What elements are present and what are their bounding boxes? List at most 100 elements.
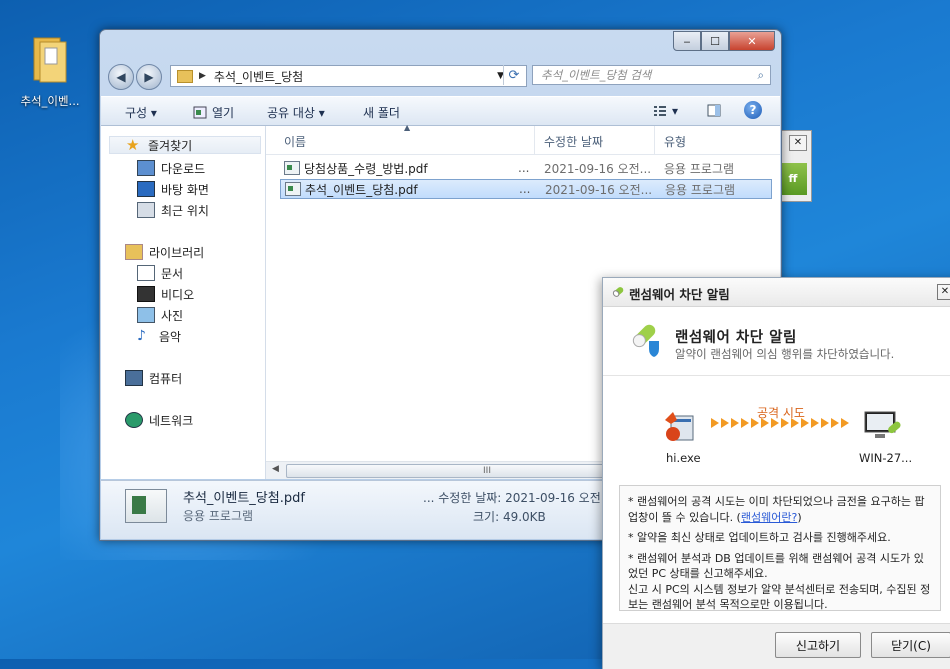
alert-header: 랜섬웨어 차단 알림 알약이 랜섬웨어 의심 행위를 차단하였습니다. [603, 307, 950, 376]
view-list-icon [654, 106, 666, 116]
source-label: hi.exe [666, 451, 701, 465]
attack-arrows-icon [711, 418, 849, 428]
ransomware-info-link[interactable]: 랜섬웨어란? [741, 511, 797, 524]
computer-icon [125, 370, 143, 386]
nav-libraries[interactable]: 라이브러리 [125, 243, 204, 261]
column-type[interactable]: 유형 [664, 133, 686, 150]
pdf-app-icon [285, 182, 301, 196]
column-name[interactable]: 이름 [284, 133, 306, 150]
note-1: * 랜섬웨어의 공격 시도는 이미 차단되었으나 금전을 요구하는 팝업창이 뜰… [628, 494, 932, 525]
close-dialog-button[interactable]: 닫기(C) [871, 632, 950, 658]
help-button[interactable]: ? [744, 101, 762, 119]
details-size: 크기: 49.0KB [473, 510, 546, 524]
alert-close-button[interactable]: ✕ [937, 284, 950, 300]
nav-music[interactable]: ♪ 음악 [137, 327, 181, 345]
ransomware-alert-dialog: 랜섬웨어 차단 알림 ✕ 랜섬웨어 차단 알림 알약이 랜섬웨어 의심 행위를 … [602, 277, 950, 669]
nav-pictures[interactable]: 사진 [137, 306, 183, 324]
folder-icon [33, 37, 67, 83]
back-button[interactable]: ◀ [108, 64, 134, 90]
folder-icon [177, 69, 193, 83]
refresh-button[interactable]: ⟳ [503, 65, 524, 85]
refresh-icon: ⟳ [508, 67, 520, 83]
close-button[interactable]: ✕ [729, 31, 775, 51]
alert-subheading: 알약이 랜섬웨어 의심 행위를 차단하였습니다. [675, 347, 895, 361]
desktop-icon-label: 추석_이벤... [20, 94, 80, 108]
file-type: 응용 프로그램 [664, 161, 735, 176]
address-row: ◀ ▶ ▶ 추석_이벤트_당첨 ▼ ⟳ 추석_이벤트_당첨 검색 ⌕ [108, 63, 773, 90]
file-row[interactable]: 당첨상품_수령_방법.pdf ... 2021-09-16 오전... 응용 프… [280, 158, 772, 178]
background-close-button[interactable]: ✕ [789, 135, 807, 151]
library-icon [125, 244, 143, 260]
column-separator[interactable] [534, 126, 535, 154]
note-3: * 랜섬웨어 분석과 DB 업데이트를 위해 랜섬웨어 공격 시도가 있었던 P… [628, 551, 924, 581]
nav-downloads[interactable]: 다운로드 [137, 159, 205, 177]
column-separator[interactable] [654, 126, 655, 154]
music-icon: ♪ [137, 328, 146, 344]
recent-places-icon [137, 202, 155, 218]
file-truncation: ... [519, 182, 531, 196]
file-type: 응용 프로그램 [665, 182, 736, 197]
file-row-selected[interactable]: 추석_이벤트_당첨.pdf ... 2021-09-16 오전... 응용 프로… [280, 179, 772, 199]
alert-heading: 랜섬웨어 차단 알림 [675, 330, 797, 346]
nav-documents[interactable]: 문서 [137, 264, 183, 282]
nav-videos[interactable]: 비디오 [137, 285, 194, 303]
share-button[interactable]: 공유 대상 ▾ [267, 104, 325, 121]
desktop-folder-icon[interactable]: 추석_이벤... [12, 34, 88, 109]
nav-desktop[interactable]: 바탕 화면 [137, 180, 209, 198]
view-options-button[interactable]: ▾ [653, 104, 678, 118]
back-arrow-icon: ◀ [116, 70, 126, 84]
nav-computer[interactable]: 컴퓨터 [125, 369, 182, 387]
nav-libraries-label: 라이브러리 [149, 245, 205, 260]
column-headers: 이름 ▲ 수정한 날짜 유형 [266, 123, 780, 155]
pictures-icon [137, 307, 155, 323]
alert-titlebar: 랜섬웨어 차단 알림 ✕ [603, 278, 950, 307]
minimize-button[interactable]: ‒ [673, 31, 701, 51]
nav-network[interactable]: 네트워크 [125, 411, 193, 429]
nav-favorites-label: 즐겨찾기 [148, 138, 193, 153]
downloads-icon [137, 160, 155, 176]
target-label: WIN-27... [859, 451, 913, 465]
file-truncation: ... [518, 161, 530, 175]
file-date: 2021-09-16 오전... [545, 182, 653, 197]
breadcrumb-current[interactable]: 추석_이벤트_당첨 [214, 68, 303, 85]
command-bar: 구성 ▾ 열기 공유 대상 ▾ 새 폴더 ▾ ? [101, 96, 780, 126]
navigation-pane: ★ 즐겨찾기 다운로드 바탕 화면 최근 위치 라이브러리 문서 비디오 사진 ♪… [101, 126, 266, 479]
organize-button[interactable]: 구성 ▾ [125, 104, 157, 121]
preview-pane-button[interactable] [707, 104, 726, 118]
open-icon [193, 106, 207, 119]
file-name: 추석_이벤트_당첨.pdf [305, 182, 418, 197]
alyac-pill-icon [612, 287, 624, 297]
malware-exe-icon [665, 412, 694, 441]
monitor-icon [864, 411, 901, 438]
details-file-name: 추석_이벤트_당첨.pdf [183, 491, 305, 506]
breadcrumb-chevron-icon[interactable]: ▶ [199, 71, 206, 81]
new-folder-button[interactable]: 새 폴더 [363, 104, 400, 121]
scroll-left-icon[interactable]: ◀ [272, 464, 279, 474]
nav-recent[interactable]: 최근 위치 [137, 201, 209, 219]
attack-flow: 공격 시도 hi.exe WIN-27... [603, 388, 950, 478]
forward-button[interactable]: ▶ [136, 64, 162, 90]
nav-favorites[interactable]: ★ 즐겨찾기 [109, 136, 261, 154]
pdf-app-icon [284, 161, 300, 175]
nav-recent-label: 최근 위치 [161, 203, 209, 218]
open-label: 열기 [212, 106, 235, 120]
forward-arrow-icon: ▶ [144, 70, 154, 84]
view-dropdown: ▾ [672, 104, 679, 118]
address-bar[interactable]: ▶ 추석_이벤트_당첨 ▼ [170, 65, 527, 87]
search-icon[interactable]: ⌕ [758, 68, 764, 83]
nav-computer-label: 컴퓨터 [149, 371, 183, 386]
details-file-type: 응용 프로그램 [183, 509, 254, 523]
background-badge: ff [779, 163, 807, 195]
preview-pane-icon [707, 104, 721, 117]
caption-buttons: ‒ ☐ ✕ [673, 31, 775, 51]
desktop-icon [137, 181, 155, 197]
open-button[interactable]: 열기 [193, 104, 234, 121]
star-icon: ★ [126, 136, 140, 154]
background-window[interactable]: ✕ ff [778, 130, 812, 202]
network-icon [125, 412, 143, 428]
maximize-button[interactable]: ☐ [701, 31, 729, 51]
report-button[interactable]: 신고하기 [775, 632, 861, 658]
column-modified[interactable]: 수정한 날짜 [544, 133, 603, 150]
search-input[interactable]: 추석_이벤트_당첨 검색 ⌕ [532, 65, 771, 85]
search-placeholder: 추석_이벤트_당첨 검색 [541, 68, 652, 82]
